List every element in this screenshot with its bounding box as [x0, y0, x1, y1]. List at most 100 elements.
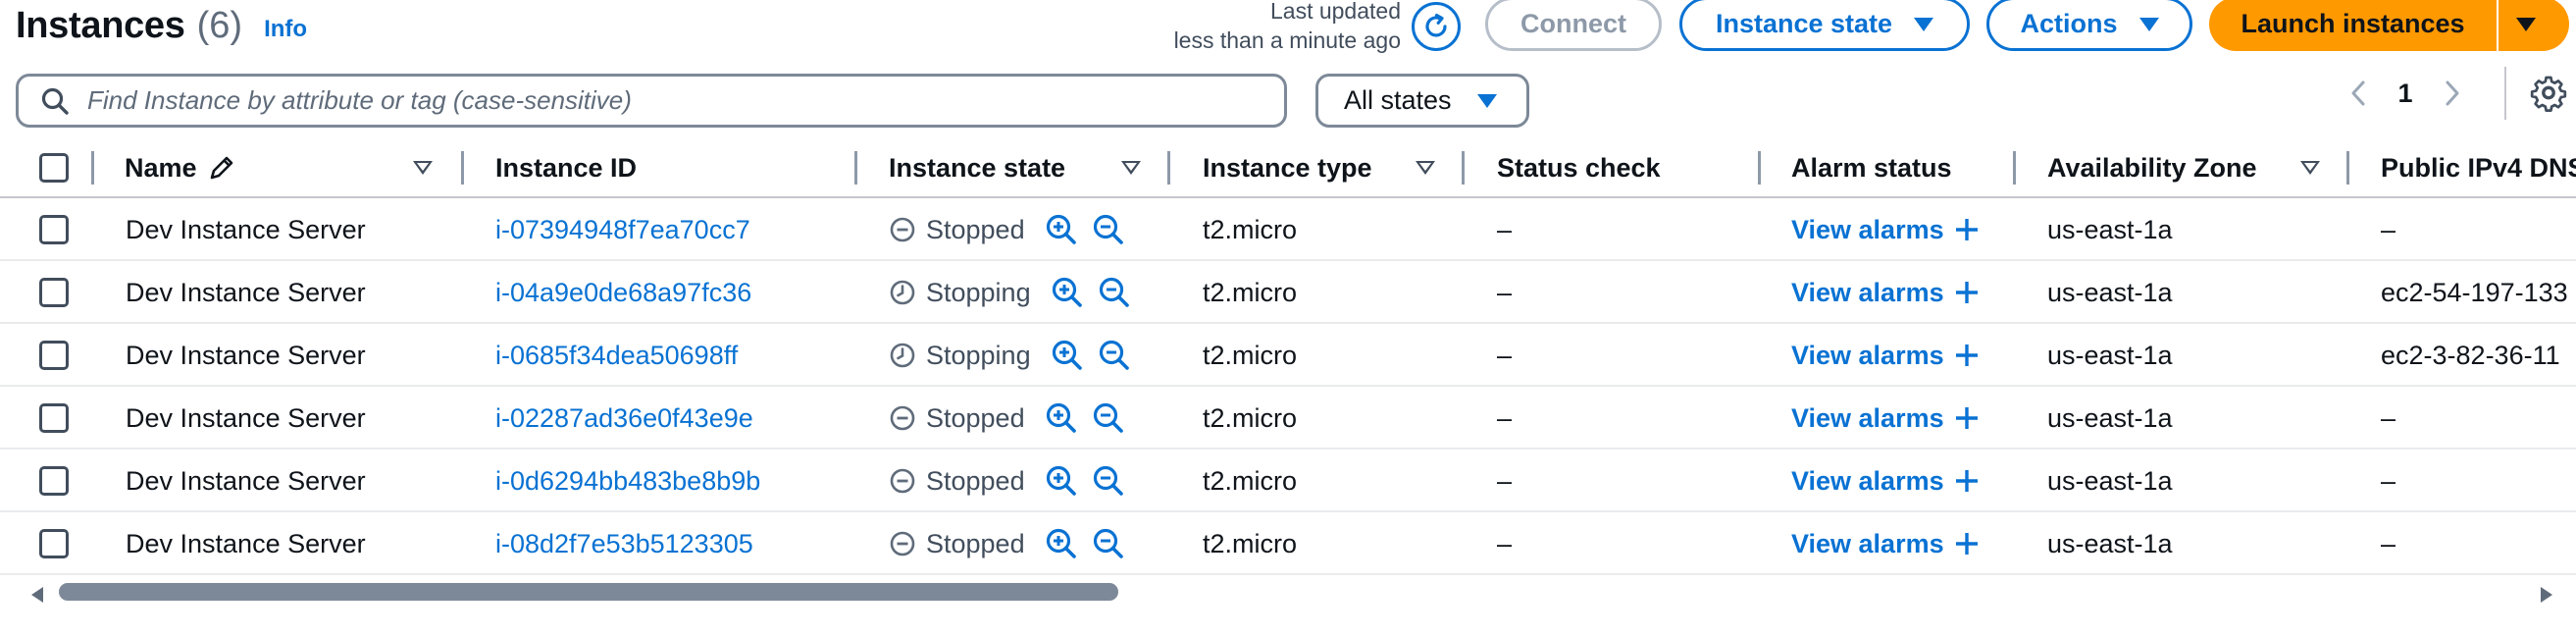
instance-id-link[interactable]: i-07394948f7ea70cc7	[495, 198, 750, 261]
zoom-in-icon[interactable]	[1051, 339, 1084, 372]
horizontal-scrollbar-thumb[interactable]	[59, 583, 1118, 601]
zoom-in-icon[interactable]	[1051, 276, 1084, 309]
table-row[interactable]: Dev Instance Server i-0d6294bb483be8b9b …	[0, 450, 2576, 512]
chevron-right-icon	[2446, 80, 2459, 106]
zoom-out-icon[interactable]	[1092, 213, 1125, 246]
table-settings-button[interactable]	[2529, 74, 2568, 113]
chevron-left-icon	[2351, 80, 2365, 106]
actions-dropdown[interactable]: Actions	[1986, 0, 2192, 51]
table-row[interactable]: Dev Instance Server i-04a9e0de68a97fc36 …	[0, 261, 2576, 324]
zoom-in-icon[interactable]	[1045, 527, 1078, 560]
table-row[interactable]: Dev Instance Server i-0685f34dea50698ff …	[0, 324, 2576, 387]
zoom-out-icon[interactable]	[1092, 464, 1125, 498]
instance-count: (6)	[196, 4, 243, 46]
launch-options-button[interactable]	[2499, 0, 2569, 51]
plus-icon[interactable]	[1954, 405, 1980, 431]
view-alarms-link[interactable]: View alarms	[1791, 278, 1944, 308]
select-all-checkbox[interactable]	[39, 153, 69, 183]
instance-state-dropdown[interactable]: Instance state	[1679, 0, 1970, 51]
states-select[interactable]: All states	[1315, 74, 1529, 128]
stopped-icon	[890, 405, 915, 431]
table-row[interactable]: Dev Instance Server i-08d2f7e53b5123305 …	[0, 512, 2576, 575]
zoom-in-icon[interactable]	[1045, 464, 1078, 498]
refresh-button[interactable]	[1412, 2, 1461, 51]
column-divider	[2013, 151, 2016, 185]
alarm-status-cell: View alarms	[1791, 198, 1980, 261]
column-header-alarm-status[interactable]: Alarm status	[1791, 137, 1952, 198]
instance-state-cell: Stopping	[889, 324, 1131, 387]
state-icon	[889, 216, 916, 243]
view-alarms-link[interactable]: View alarms	[1791, 403, 1944, 434]
column-header-public-dns[interactable]: Public IPv4 DNS	[2381, 137, 2576, 198]
launch-instances-button[interactable]: Launch instances	[2209, 0, 2497, 51]
sort-icon[interactable]	[1416, 161, 1435, 175]
row-checkbox[interactable]	[39, 278, 69, 307]
zoom-out-icon[interactable]	[1092, 401, 1125, 435]
zoom-in-icon[interactable]	[1045, 213, 1078, 246]
plus-icon[interactable]	[1954, 217, 1980, 242]
column-divider	[854, 151, 857, 185]
row-select-cell	[39, 198, 69, 261]
instance-name: Dev Instance Server	[126, 402, 366, 433]
plus-icon[interactable]	[1954, 468, 1980, 494]
zoom-out-icon[interactable]	[1092, 527, 1125, 560]
table-row[interactable]: Dev Instance Server i-07394948f7ea70cc7 …	[0, 198, 2576, 261]
instance-id-link[interactable]: i-08d2f7e53b5123305	[495, 512, 753, 575]
view-alarms-link[interactable]: View alarms	[1791, 529, 1944, 559]
public-dns: –	[2381, 528, 2396, 558]
view-alarms-link[interactable]: View alarms	[1791, 341, 1944, 371]
zoom-out-icon[interactable]	[1098, 276, 1131, 309]
public-dns: ec2-3-82-36-11	[2381, 340, 2560, 370]
state-icon	[889, 342, 916, 369]
row-checkbox[interactable]	[39, 341, 69, 370]
previous-page-button[interactable]	[2343, 79, 2374, 108]
instance-name: Dev Instance Server	[126, 528, 366, 558]
column-header-instance-id[interactable]: Instance ID	[495, 137, 637, 198]
plus-icon[interactable]	[1954, 280, 1980, 305]
stopped-icon	[890, 531, 915, 556]
scroll-left-icon[interactable]	[29, 585, 45, 605]
instance-state-text: Stopped	[926, 214, 1025, 244]
row-checkbox[interactable]	[39, 215, 69, 244]
row-select-cell	[39, 387, 69, 450]
connect-button[interactable]: Connect	[1485, 0, 1662, 51]
sort-icon[interactable]	[2300, 161, 2320, 175]
next-page-button[interactable]	[2437, 79, 2468, 108]
zoom-out-icon[interactable]	[1098, 339, 1131, 372]
caret-down-icon	[1476, 93, 1497, 108]
row-checkbox[interactable]	[39, 529, 69, 558]
column-header-availability-zone[interactable]: Availability Zone	[2047, 137, 2257, 198]
instance-id-link[interactable]: i-0685f34dea50698ff	[495, 324, 738, 387]
row-checkbox[interactable]	[39, 466, 69, 496]
table-row[interactable]: Dev Instance Server i-02287ad36e0f43e9e …	[0, 387, 2576, 450]
scroll-right-icon[interactable]	[2539, 585, 2554, 605]
instance-id-link[interactable]: i-02287ad36e0f43e9e	[495, 387, 753, 450]
zoom-in-icon[interactable]	[1045, 401, 1078, 435]
state-icon	[889, 467, 916, 495]
caret-down-icon	[2516, 17, 2536, 31]
view-alarms-link[interactable]: View alarms	[1791, 466, 1944, 497]
alarm-status-cell: View alarms	[1791, 387, 1980, 450]
sort-icon[interactable]	[1121, 161, 1141, 175]
column-header-name[interactable]: Name	[125, 137, 236, 198]
info-link[interactable]: Info	[264, 16, 307, 43]
status-check: –	[1497, 277, 1513, 307]
sort-icon[interactable]	[413, 161, 433, 175]
page-number[interactable]: 1	[2374, 79, 2437, 109]
instance-type: t2.micro	[1203, 528, 1298, 558]
instance-state-text: Stopped	[926, 465, 1025, 496]
alarm-status-cell: View alarms	[1791, 324, 1980, 387]
column-header-instance-type[interactable]: Instance type	[1203, 137, 1372, 198]
instance-id-link[interactable]: i-0d6294bb483be8b9b	[495, 450, 760, 512]
plus-icon[interactable]	[1954, 531, 1980, 556]
availability-zone: us-east-1a	[2047, 214, 2173, 244]
search-input[interactable]	[87, 85, 1245, 116]
row-checkbox[interactable]	[39, 403, 69, 433]
view-alarms-link[interactable]: View alarms	[1791, 215, 1944, 245]
instance-id-link[interactable]: i-04a9e0de68a97fc36	[495, 261, 751, 324]
last-updated-time: less than a minute ago	[1173, 27, 1401, 53]
column-header-status-check[interactable]: Status check	[1497, 137, 1661, 198]
plus-icon[interactable]	[1954, 343, 1980, 368]
column-divider	[1167, 151, 1170, 185]
column-header-instance-state[interactable]: Instance state	[889, 137, 1065, 198]
